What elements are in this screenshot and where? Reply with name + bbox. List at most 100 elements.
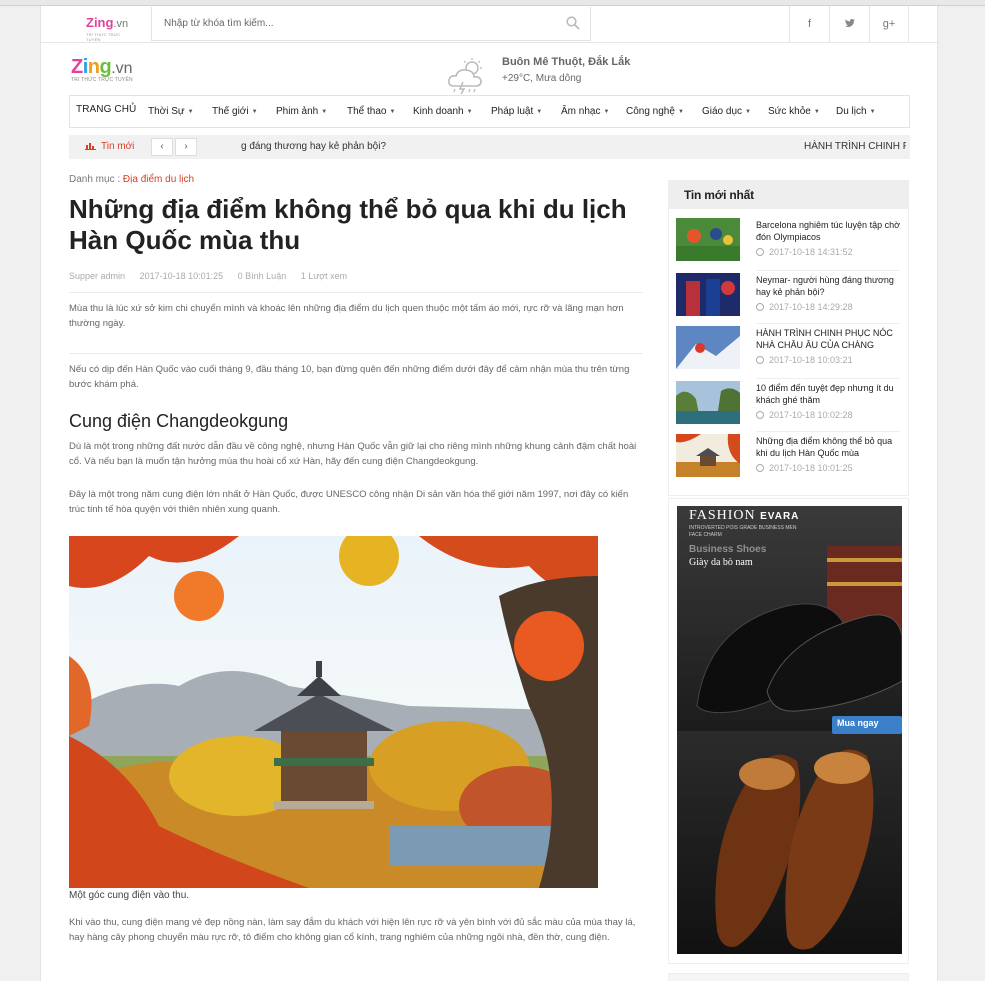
nav-item-am-nhac[interactable]: Âm nhạc ▼	[561, 96, 609, 127]
article-paragraph: Nếu có dịp đến Hàn Quốc vào cuối tháng 9…	[69, 364, 630, 390]
nav-label: Giáo dục	[702, 106, 743, 117]
top-bar: Zing.vn TRI THỨC TRỰC TUYẾN f g+	[41, 6, 939, 43]
latest-news-widget: Tin mới nhất Barcelona nghiêm túc luyện …	[668, 180, 909, 496]
ad-product-vi: Giày da bò nam	[689, 557, 753, 568]
news-date: 2017-10-18 14:29:28	[756, 302, 853, 312]
ad-brand: FASHION EVARA	[689, 508, 799, 524]
article-photo-palace	[69, 536, 598, 888]
latest-news-item[interactable]: Barcelona nghiêm túc luyện tập chờ đón O…	[675, 216, 905, 266]
news-date-text: 2017-10-18 10:03:21	[769, 355, 853, 365]
mini-logo[interactable]: Zing.vn TRI THỨC TRỰC TUYẾN	[86, 14, 136, 42]
article-views: 1 Lượt xem	[300, 271, 348, 281]
nav-label: Thời Sự	[148, 106, 185, 117]
article-author[interactable]: Supper admin	[69, 271, 125, 281]
nav-label: Công nghệ	[626, 106, 675, 117]
news-date: 2017-10-18 10:02:28	[756, 410, 853, 420]
nav-item-home[interactable]: TRANG CHỦ	[76, 94, 136, 125]
clock-icon	[756, 356, 764, 364]
nav-item-phim-anh[interactable]: Phim ảnh ▼	[276, 96, 327, 127]
clock-icon	[756, 411, 764, 419]
news-date-text: 2017-10-18 14:29:28	[769, 302, 853, 312]
news-date: 2017-10-18 10:01:25	[756, 463, 853, 473]
nav-item-du-lich[interactable]: Du lịch ▼	[836, 96, 876, 127]
search-icon[interactable]	[566, 16, 580, 30]
nav-item-suc-khoe[interactable]: Sức khỏe ▼	[768, 96, 820, 127]
nav-label: Pháp luật	[491, 106, 534, 117]
news-date-text: 2017-10-18 10:01:25	[769, 463, 853, 473]
nav-item-kinh-doanh[interactable]: Kinh doanh ▼	[413, 96, 473, 127]
caret-down-icon: ▼	[187, 109, 194, 115]
nav-item-giao-duc[interactable]: Giáo dục ▼	[702, 96, 751, 127]
category-link[interactable]: Địa điểm du lịch	[123, 174, 194, 185]
shoe-advertisement[interactable]: FASHION EVARA INTROVERTED POIS GRADE BUS…	[677, 506, 902, 954]
latest-news-item[interactable]: Những địa điểm không thể bỏ qua khi du l…	[675, 432, 905, 482]
ticker-next-button[interactable]: ›	[175, 138, 197, 156]
article-meta: Supper admin 2017-10-18 10:01:25 0 Bình …	[69, 271, 359, 281]
news-thumbnail[interactable]	[676, 434, 740, 477]
ad-tagline: INTROVERTED POIS GRADE BUSINESS MEN FACE…	[689, 525, 797, 538]
ad-product: Business Shoes	[689, 544, 767, 555]
news-thumbnail[interactable]	[676, 326, 740, 369]
article-title: Những địa điểm không thể bỏ qua khi du l…	[69, 194, 627, 255]
news-date-text: 2017-10-18 14:31:52	[769, 247, 853, 257]
bar-chart-icon	[85, 143, 96, 150]
news-thumbnail[interactable]	[676, 218, 740, 261]
google-plus-icon[interactable]: g+	[869, 6, 909, 42]
logo-tagline: TRI THỨC TRỰC TUYẾN	[71, 77, 133, 83]
news-thumbnail[interactable]	[676, 273, 740, 316]
news-title[interactable]: Những địa điểm không thể bỏ qua khi du l…	[756, 435, 906, 459]
latest-news-item[interactable]: Neymar- người hùng đáng thương hay kẻ ph…	[675, 271, 905, 321]
storm-cloud-icon	[448, 58, 482, 94]
nav-label: Sức khỏe	[768, 106, 811, 117]
nav-item-the-gioi[interactable]: Thế giới ▼	[212, 96, 258, 127]
ad-brand-text: FASHION	[689, 508, 756, 523]
latest-news-item[interactable]: 10 điểm đến tuyệt đẹp nhưng ít du khách …	[675, 379, 905, 429]
advertisement-widget: FASHION EVARA INTROVERTED POIS GRADE BUS…	[668, 498, 909, 964]
clock-icon	[756, 303, 764, 311]
news-thumbnail[interactable]	[676, 381, 740, 424]
caret-down-icon: ▼	[813, 109, 820, 115]
divider	[69, 292, 643, 293]
nav-item-the-thao[interactable]: Thể thao ▼	[347, 96, 395, 127]
breadcrumb-prefix: Danh mục :	[69, 174, 121, 185]
news-ticker: Tin mới ‹ › g đáng thương hay kẻ phản bộ…	[69, 135, 910, 159]
article-paragraph: Dù là một trong những đất nước dẫn đầu v…	[69, 441, 637, 467]
news-title[interactable]: HÀNH TRÌNH CHINH PHỤC NÓC NHÀ CHÂU ÂU CỦ…	[756, 327, 906, 351]
nav-label: Thế giới	[212, 106, 249, 117]
ticker-prev-button[interactable]: ‹	[151, 138, 173, 156]
article-date: 2017-10-18 10:01:25	[139, 271, 224, 281]
nav-item-phap-luat[interactable]: Pháp luật ▼	[491, 96, 542, 127]
latest-news-item[interactable]: HÀNH TRÌNH CHINH PHỤC NÓC NHÀ CHÂU ÂU CỦ…	[675, 324, 905, 374]
ticker-headline[interactable]: g đáng thương hay kẻ phản bội?	[241, 135, 386, 159]
nav-label: Kinh doanh	[413, 106, 464, 117]
photo-caption: Một góc cung điện vào thu.	[69, 890, 190, 901]
nav-item-cong-nghe[interactable]: Công nghệ ▼	[626, 96, 684, 127]
ticker-label-text: Tin mới	[101, 141, 135, 152]
caret-down-icon: ▼	[536, 109, 543, 115]
mini-logo-suffix: .vn	[113, 18, 129, 30]
mini-logo-tagline: TRI THỨC TRỰC TUYẾN	[86, 32, 121, 42]
ticker-label: Tin mới	[85, 135, 134, 159]
nav-item-thoi-su[interactable]: Thời Sự ▼	[148, 96, 194, 127]
news-title[interactable]: 10 điểm đến tuyệt đẹp nhưng ít du khách …	[756, 382, 906, 406]
mini-logo-text: Zing	[86, 15, 114, 30]
news-date: 2017-10-18 14:31:52	[756, 247, 853, 257]
widget-heading: Tin mới nhất	[669, 181, 908, 209]
search-box	[151, 7, 591, 41]
news-title[interactable]: Neymar- người hùng đáng thương hay kẻ ph…	[756, 274, 906, 298]
caret-down-icon: ▼	[603, 109, 610, 115]
twitter-icon[interactable]	[829, 6, 869, 42]
nav-label: Âm nhạc	[561, 106, 601, 117]
article-comments[interactable]: 0 Bình Luận	[238, 271, 287, 281]
search-input[interactable]	[152, 7, 552, 39]
weather-condition: +29°C, Mưa dông	[502, 73, 582, 84]
site-logo[interactable]: Zing.vn TRI THỨC TRỰC TUYẾN	[71, 56, 133, 83]
article-paragraph: Khi vào thu, cung điện mang vẻ đẹp nồng …	[69, 917, 636, 943]
main-nav: TRANG CHỦ Thời Sự ▼ Thế giới ▼ Phim ảnh ▼ T…	[69, 95, 910, 128]
ad-cta-button[interactable]: Mua ngay	[837, 718, 879, 728]
facebook-icon[interactable]: f	[789, 6, 829, 42]
caret-down-icon: ▼	[251, 109, 258, 115]
caret-down-icon: ▼	[745, 109, 751, 115]
ticker-headline[interactable]: HÀNH TRÌNH CHINH PHỤC	[804, 135, 906, 159]
news-title[interactable]: Barcelona nghiêm túc luyện tập chờ đón O…	[756, 219, 906, 243]
